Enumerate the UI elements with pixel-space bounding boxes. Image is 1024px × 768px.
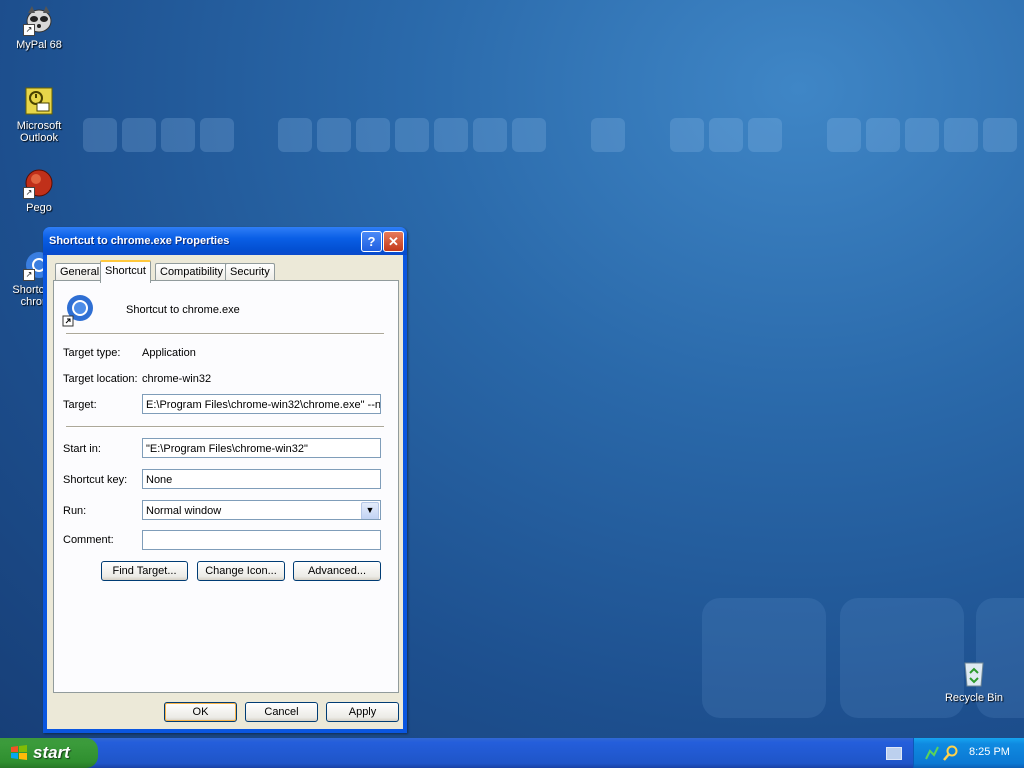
shortcut-tab-panel: Shortcut to chrome.exe Target type: Appl… [53,280,399,693]
divider [66,426,384,428]
ok-button[interactable]: OK [164,702,237,722]
target-location-value: chrome-win32 [142,373,212,385]
run-select[interactable]: Normal window ▼ [142,500,381,520]
wallpaper-tile [473,118,507,152]
desktop-icon-outlook[interactable]: Microsoft Outlook [4,85,74,144]
target-type-label: Target type: [63,347,121,359]
shortcut-arrow-icon: ↗ [23,269,35,281]
wallpaper-tile [395,118,429,152]
comment-input[interactable] [142,530,381,550]
pego-icon: ↗ [23,167,55,199]
wallpaper-tile [905,118,939,152]
wallpaper-tile [983,118,1017,152]
start-label: start [33,743,70,762]
properties-dialog: Shortcut to chrome.exe Properties ? ✕ Ge… [43,227,407,733]
help-button[interactable]: ? [361,231,382,252]
desktop-icon-label: Recycle Bin [944,692,1004,704]
dialog-client: General Shortcut Compatibility Security … [47,255,403,729]
wallpaper-tile [591,118,625,152]
clock[interactable]: 8:25 PM [969,746,1010,758]
wallpaper-tile [200,118,234,152]
tab-compatibility[interactable]: Compatibility [155,263,228,281]
recycle-bin-icon [958,657,990,689]
wallpaper-tile [83,118,117,152]
start-button[interactable]: start [0,738,98,768]
divider [66,333,384,335]
run-label: Run: [63,505,87,517]
chrome-icon [62,293,96,327]
wallpaper-tile [866,118,900,152]
desktop-icon-label: Microsoft Outlook [16,120,62,144]
run-select-value: Normal window [146,505,222,517]
tab-general[interactable]: General [55,263,105,281]
dialog-titlebar[interactable]: Shortcut to chrome.exe Properties ? ✕ [43,227,407,255]
chevron-down-icon[interactable]: ▼ [361,502,379,519]
desktop-icon-pego[interactable]: ↗ Pego [4,167,74,214]
desktop-icon-label: MyPal 68 [16,39,62,51]
shortcut-key-label: Shortcut key: [63,474,128,486]
wallpaper-tile [278,118,312,152]
network-icon[interactable] [924,745,940,761]
keyboard-icon[interactable] [886,747,902,760]
wallpaper-tile [748,118,782,152]
windows-logo-icon [10,744,28,762]
apply-button[interactable]: Apply [326,702,399,722]
raccoon-icon: ↗ [23,4,55,36]
desktop-icon-recycle-bin[interactable]: Recycle Bin [939,657,1009,704]
desktop-icon-mypal[interactable]: ↗ MyPal 68 [4,4,74,51]
system-tray: 8:25 PM [913,738,1024,768]
wallpaper-tile [434,118,468,152]
wallpaper-tile [944,118,978,152]
find-target-button[interactable]: Find Target... [101,561,188,581]
wallpaper-tile [709,118,743,152]
start-in-label: Start in: [63,443,101,455]
change-icon-button[interactable]: Change Icon... [197,561,285,581]
dialog-title: Shortcut to chrome.exe Properties [49,235,230,247]
outlook-icon [23,85,55,117]
close-button[interactable]: ✕ [383,231,404,252]
tab-shortcut[interactable]: Shortcut [100,260,151,283]
wallpaper-tile [512,118,546,152]
target-type-value: Application [142,347,196,359]
start-in-input[interactable]: "E:\Program Files\chrome-win32" [142,438,381,458]
comment-label: Comment: [63,534,114,546]
advanced-button[interactable]: Advanced... [293,561,381,581]
wallpaper-tile [702,598,826,718]
cancel-button[interactable]: Cancel [245,702,318,722]
wallpaper-tile [161,118,195,152]
shortcut-key-input[interactable]: None [142,469,381,489]
wallpaper-tile [670,118,704,152]
shortcut-arrow-icon: ↗ [23,187,35,199]
wallpaper-tile [827,118,861,152]
desktop-icon-label: Pego [26,202,52,214]
wallpaper-tile [317,118,351,152]
search-icon[interactable] [943,745,959,761]
shortcut-arrow-icon: ↗ [23,24,35,36]
target-label: Target: [63,399,97,411]
wallpaper-tile [122,118,156,152]
tab-security[interactable]: Security [225,263,275,281]
wallpaper-tile [356,118,390,152]
target-location-label: Target location: [63,373,138,385]
shortcut-name: Shortcut to chrome.exe [126,304,240,316]
target-input[interactable]: E:\Program Files\chrome-win32\chrome.exe… [142,394,381,414]
taskbar: start 8:25 PM [0,738,1024,768]
